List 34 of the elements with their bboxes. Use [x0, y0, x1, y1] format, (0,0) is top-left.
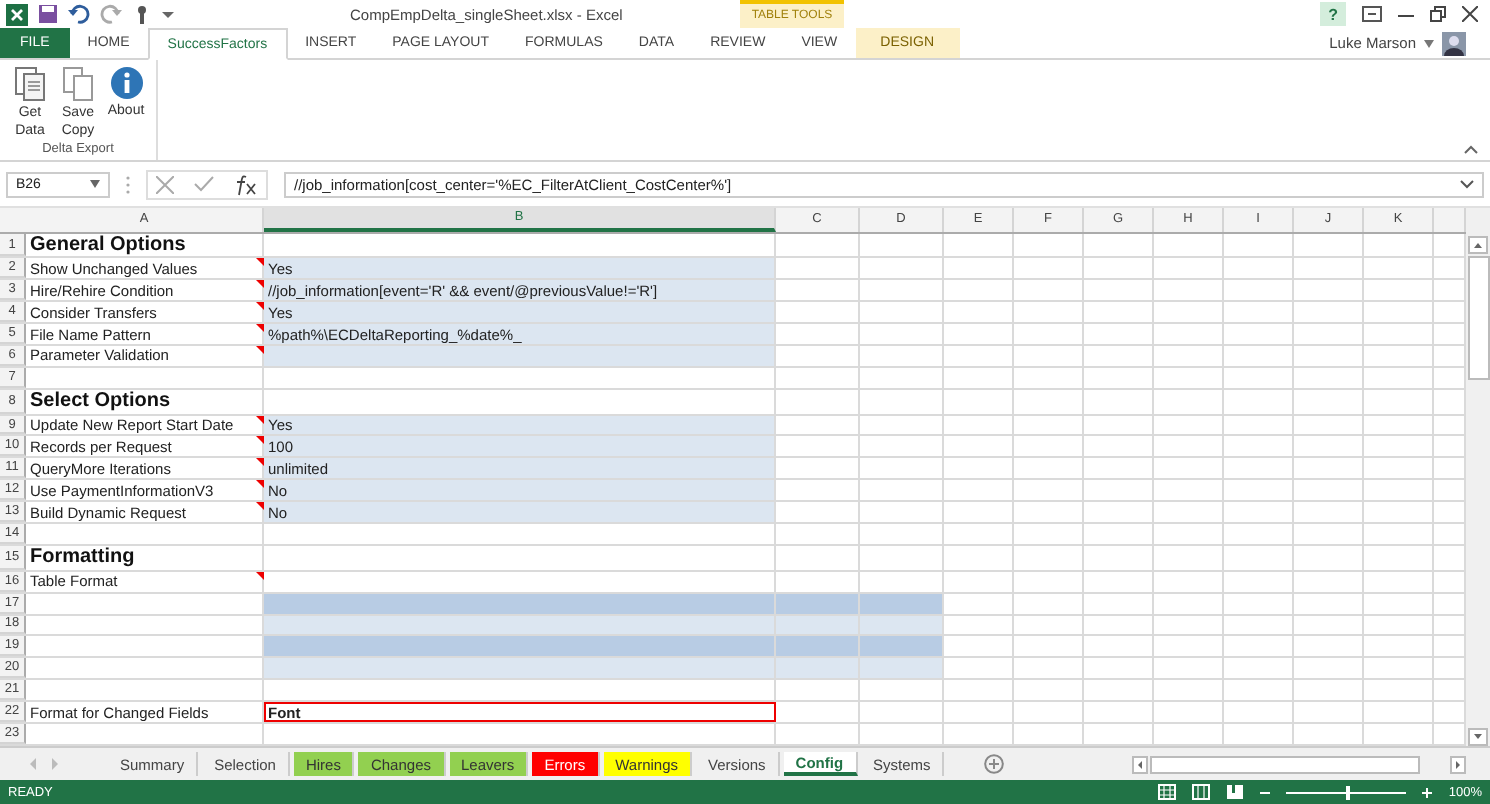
undo-icon[interactable]: [68, 4, 90, 24]
info-icon: [109, 66, 143, 100]
help-button[interactable]: ?: [1320, 2, 1346, 26]
scroll-up-icon[interactable]: [1468, 236, 1488, 254]
scroll-thumb[interactable]: [1467, 256, 1489, 380]
close-icon[interactable]: [1462, 6, 1478, 22]
table-cell: General Options: [30, 234, 186, 257]
add-sheet-icon[interactable]: [984, 754, 1005, 774]
scroll-down-icon[interactable]: [1468, 728, 1488, 746]
save-icon[interactable]: [38, 4, 58, 24]
table-cell: Select Options: [30, 390, 171, 413]
caret-icon[interactable]: [1424, 39, 1434, 47]
copy-icon: [62, 66, 94, 102]
normal-view-icon[interactable]: [1158, 784, 1177, 800]
caret-icon[interactable]: [90, 180, 100, 188]
ribbon-display-icon[interactable]: [1362, 6, 1382, 22]
avatar-icon[interactable]: [1442, 31, 1466, 55]
zoom-out-icon[interactable]: [1260, 787, 1271, 797]
scroll-right-icon[interactable]: [1450, 755, 1466, 773]
table-cell: Formatting: [30, 546, 135, 569]
zoom-slider-thumb[interactable]: [1346, 785, 1351, 799]
collapse-icon[interactable]: [1464, 144, 1478, 154]
zoom-in-icon[interactable]: [1422, 787, 1433, 797]
restore-icon[interactable]: [1430, 6, 1446, 22]
page-break-icon[interactable]: [1226, 784, 1245, 800]
touch-icon[interactable]: [132, 4, 152, 24]
expand-icon[interactable]: [1460, 179, 1474, 189]
page-layout-icon[interactable]: [1192, 784, 1211, 800]
scroll-left-icon[interactable]: [1132, 755, 1149, 773]
scroll-thumb[interactable]: [1150, 755, 1420, 773]
check-icon[interactable]: [194, 176, 214, 192]
function-icon[interactable]: [234, 173, 258, 195]
caret-icon[interactable]: [162, 8, 174, 20]
document-icon: [14, 66, 46, 102]
